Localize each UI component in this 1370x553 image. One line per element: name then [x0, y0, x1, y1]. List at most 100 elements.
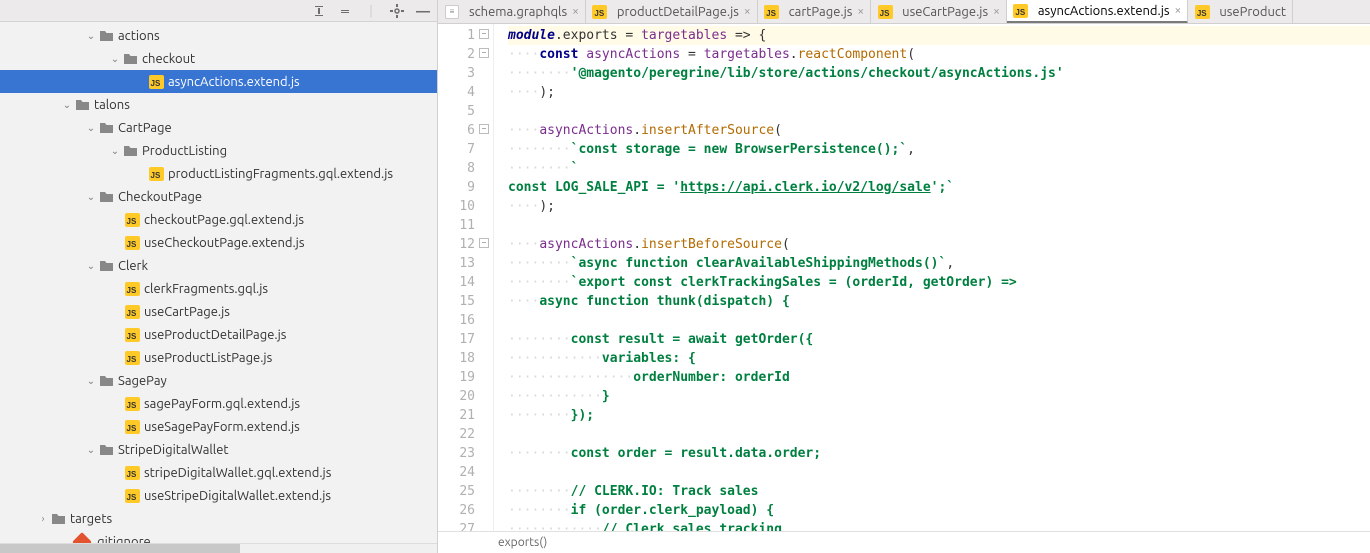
chevron-down-icon[interactable]: ⌄: [60, 99, 74, 111]
tree-item[interactable]: JSasyncActions.extend.js: [0, 70, 437, 93]
editor-tab[interactable]: JSasyncActions.extend.js×: [1007, 0, 1188, 24]
tree-item[interactable]: ⌄StripeDigitalWallet: [0, 438, 437, 461]
tree-item[interactable]: JSproductListingFragments.gql.extend.js: [0, 162, 437, 185]
tree-item[interactable]: JSuseProductDetailPage.js: [0, 323, 437, 346]
tree-item[interactable]: JSuseCartPage.js: [0, 300, 437, 323]
line-number[interactable]: 9: [438, 178, 475, 197]
tree-item[interactable]: ⌄talons: [0, 93, 437, 116]
code-line[interactable]: [508, 463, 1370, 482]
line-number[interactable]: 8: [438, 159, 475, 178]
code-line[interactable]: ····const asyncActions = targetables.rea…: [508, 45, 1370, 64]
code-line[interactable]: ········});: [508, 406, 1370, 425]
tree-item[interactable]: ›targets: [0, 507, 437, 530]
code-line[interactable]: ····);: [508, 83, 1370, 102]
line-number[interactable]: 22: [438, 425, 475, 444]
line-number[interactable]: 21: [438, 406, 475, 425]
line-number[interactable]: 25: [438, 482, 475, 501]
settings-icon[interactable]: [389, 3, 405, 19]
project-tree[interactable]: ⌄actions⌄checkoutJSasyncActions.extend.j…: [0, 22, 437, 543]
gutter[interactable]: 1−2−3456−789101112−131415161718192021222…: [438, 24, 494, 531]
code-line[interactable]: ········const result = await getOrder({: [508, 330, 1370, 349]
line-number[interactable]: 18: [438, 349, 475, 368]
chevron-down-icon[interactable]: ⌄: [84, 191, 98, 203]
chevron-right-icon[interactable]: ›: [36, 513, 50, 524]
code-line[interactable]: ····);: [508, 197, 1370, 216]
chevron-down-icon[interactable]: ⌄: [108, 53, 122, 65]
line-number[interactable]: 19: [438, 368, 475, 387]
line-number[interactable]: 10: [438, 197, 475, 216]
chevron-down-icon[interactable]: ⌄: [84, 375, 98, 387]
code-line[interactable]: ····asyncActions.insertAfterSource(: [508, 121, 1370, 140]
editor-tab[interactable]: JScartPage.js×: [758, 0, 872, 23]
code-line[interactable]: ········`async function clearAvailableSh…: [508, 254, 1370, 273]
close-icon[interactable]: ×: [1175, 4, 1182, 17]
tree-item[interactable]: ⌄SagePay: [0, 369, 437, 392]
fold-icon[interactable]: −: [479, 238, 489, 248]
line-number[interactable]: 6−: [438, 121, 475, 140]
breadcrumb-bar[interactable]: exports(): [438, 531, 1370, 553]
code-line[interactable]: ········'@magento/peregrine/lib/store/ac…: [508, 64, 1370, 83]
expand-all-icon[interactable]: [311, 3, 327, 19]
code-line[interactable]: [508, 425, 1370, 444]
line-number[interactable]: 14: [438, 273, 475, 292]
code-line[interactable]: ········// CLERK.IO: Track sales: [508, 482, 1370, 501]
editor-tab[interactable]: JSuseProduct: [1188, 0, 1293, 23]
tree-item[interactable]: JSuseSagePayForm.extend.js: [0, 415, 437, 438]
code-line[interactable]: ········`: [508, 159, 1370, 178]
code-line[interactable]: [508, 216, 1370, 235]
code-line[interactable]: module.exports = targetables => {: [508, 26, 1370, 45]
tree-item[interactable]: JSclerkFragments.gql.js: [0, 277, 437, 300]
chevron-down-icon[interactable]: ⌄: [84, 122, 98, 134]
hide-icon[interactable]: —: [415, 3, 431, 19]
tree-item[interactable]: JScheckoutPage.gql.extend.js: [0, 208, 437, 231]
tree-item[interactable]: JSuseProductListPage.js: [0, 346, 437, 369]
code-line[interactable]: ············// Clerk sales tracking: [508, 520, 1370, 531]
sidebar-h-scrollbar[interactable]: [0, 543, 437, 553]
editor-tab[interactable]: JSuseCartPage.js×: [871, 0, 1007, 23]
line-number[interactable]: 3: [438, 64, 475, 83]
line-number[interactable]: 20: [438, 387, 475, 406]
breadcrumb-text[interactable]: exports(): [498, 536, 547, 549]
line-number[interactable]: 11: [438, 216, 475, 235]
line-number[interactable]: 26: [438, 501, 475, 520]
line-number[interactable]: 12−: [438, 235, 475, 254]
code-line[interactable]: ········if (order.clerk_payload) {: [508, 501, 1370, 520]
tree-item[interactable]: .gitignore: [0, 530, 437, 543]
tree-item[interactable]: ⌄CartPage: [0, 116, 437, 139]
chevron-down-icon[interactable]: ⌄: [108, 145, 122, 157]
code-line[interactable]: ····async function thunk(dispatch) {: [508, 292, 1370, 311]
chevron-down-icon[interactable]: ⌄: [84, 444, 98, 456]
code-area[interactable]: 1−2−3456−789101112−131415161718192021222…: [438, 24, 1370, 531]
chevron-down-icon[interactable]: ⌄: [84, 260, 98, 272]
line-number[interactable]: 15: [438, 292, 475, 311]
code-line[interactable]: ················orderNumber: orderId: [508, 368, 1370, 387]
line-number[interactable]: 16: [438, 311, 475, 330]
tree-item[interactable]: JSsagePayForm.gql.extend.js: [0, 392, 437, 415]
line-number[interactable]: 1−: [438, 26, 475, 45]
code-line[interactable]: ········const order = result.data.order;: [508, 444, 1370, 463]
close-icon[interactable]: ×: [993, 5, 1000, 18]
close-icon[interactable]: ×: [857, 5, 864, 18]
chevron-down-icon[interactable]: ⌄: [84, 30, 98, 42]
fold-icon[interactable]: −: [479, 124, 489, 134]
close-icon[interactable]: ×: [572, 5, 579, 18]
code-line[interactable]: ····asyncActions.insertBeforeSource(: [508, 235, 1370, 254]
tree-item[interactable]: ⌄ProductListing: [0, 139, 437, 162]
tree-item[interactable]: ⌄CheckoutPage: [0, 185, 437, 208]
code-line[interactable]: const LOG_SALE_API = 'https://api.clerk.…: [508, 178, 1370, 197]
line-number[interactable]: 17: [438, 330, 475, 349]
tree-item[interactable]: JSstripeDigitalWallet.gql.extend.js: [0, 461, 437, 484]
tree-item[interactable]: ⌄actions: [0, 24, 437, 47]
code-line[interactable]: ········`export const clerkTrackingSales…: [508, 273, 1370, 292]
tree-item[interactable]: ⌄Clerk: [0, 254, 437, 277]
line-number[interactable]: 2−: [438, 45, 475, 64]
line-number[interactable]: 13: [438, 254, 475, 273]
code-content[interactable]: module.exports = targetables => {····con…: [494, 24, 1370, 531]
tree-item[interactable]: JSuseStripeDigitalWallet.extend.js: [0, 484, 437, 507]
close-icon[interactable]: ×: [744, 5, 751, 18]
line-number[interactable]: 7: [438, 140, 475, 159]
fold-icon[interactable]: −: [479, 48, 489, 58]
code-line[interactable]: [508, 311, 1370, 330]
collapse-all-icon[interactable]: [337, 3, 353, 19]
line-number[interactable]: 4: [438, 83, 475, 102]
